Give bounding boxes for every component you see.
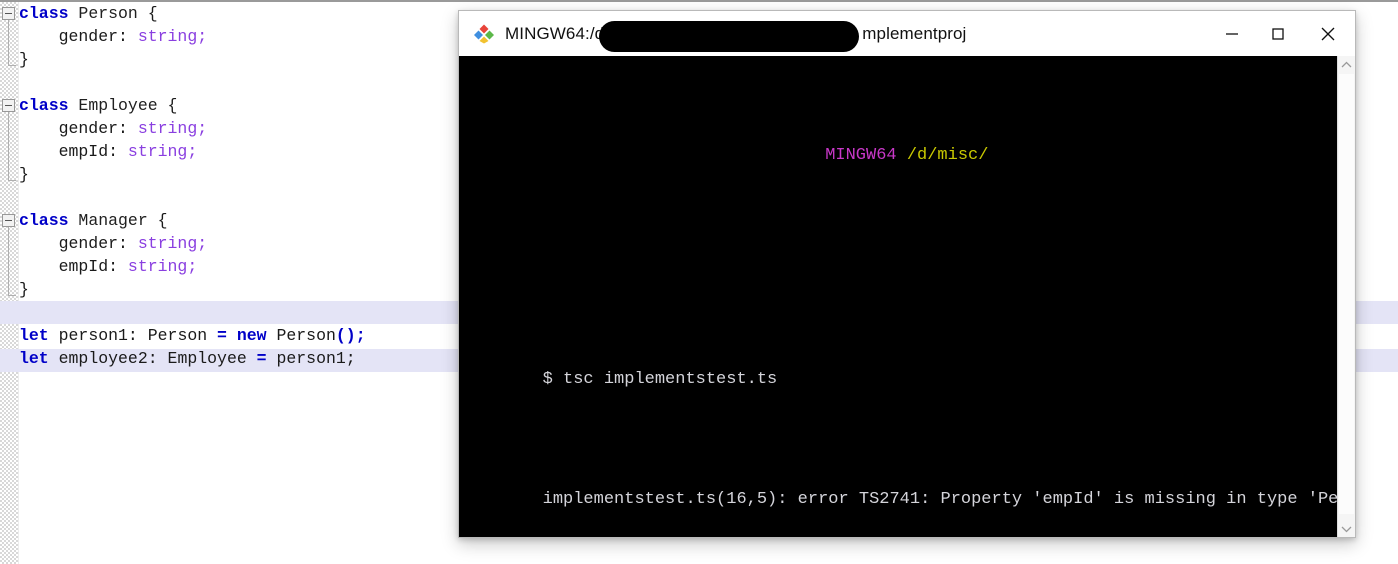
code-token: string	[137, 119, 198, 138]
terminal-scrollbar[interactable]	[1337, 56, 1355, 537]
close-icon[interactable]	[1301, 11, 1355, 56]
code-token: string	[137, 27, 198, 46]
code-token: let	[19, 326, 49, 345]
code-token: let	[19, 349, 49, 368]
fold-guide-foot-person	[8, 65, 16, 66]
code-token: ;	[197, 27, 208, 46]
scrollbar-thumb[interactable]	[1339, 74, 1354, 514]
fold-toggle-employee[interactable]	[2, 99, 15, 112]
fold-guide-foot-employee	[8, 180, 16, 181]
fold-guide-manager	[8, 227, 9, 295]
code-token: class	[19, 211, 69, 230]
terminal-title-bar[interactable]: MINGW64:/d mplementproj	[459, 11, 1355, 56]
code-token: }	[19, 280, 29, 299]
terminal-path-label: /d/misc/	[906, 146, 989, 165]
scroll-up-chevron-icon[interactable]	[1338, 56, 1355, 73]
code-token: employee2: Employee	[48, 349, 257, 368]
terminal-user-prompt-line-clipped: ᑊ ̄	[461, 276, 1341, 290]
scroll-down-chevron-icon[interactable]	[1338, 520, 1355, 537]
terminal-output-text-1: implementstest.ts(16,5): error TS2741: P…	[542, 490, 1355, 509]
code-token: Person	[266, 326, 336, 345]
minimize-icon[interactable]	[1209, 11, 1255, 56]
code-token: string	[127, 257, 188, 276]
title-redaction-bar	[599, 21, 859, 52]
code-token: ;	[187, 142, 198, 161]
mingw64-terminal-window[interactable]: MINGW64:/d mplementproj MINGW64 /d/misc/ …	[458, 10, 1356, 538]
code-token: }	[19, 165, 29, 184]
code-token: Employee	[78, 96, 158, 115]
terminal-header-line: MINGW64 /d/misc/	[461, 96, 1341, 216]
code-token: {	[157, 211, 168, 230]
terminal-command-line: $ tsc implementstest.ts	[461, 350, 1341, 410]
fold-guide-person	[8, 20, 9, 65]
code-token: gender:	[19, 234, 138, 253]
fold-toggle-manager[interactable]	[2, 214, 15, 227]
terminal-output-line-1: implementstest.ts(16,5): error TS2741: P…	[461, 470, 1355, 530]
code-token: string	[137, 234, 198, 253]
terminal-user-prompt-text: ᑊ ̄	[461, 276, 485, 287]
terminal-output-area[interactable]: MINGW64 /d/misc/ ᑊ ̄ $ tsc implementstes…	[459, 56, 1355, 537]
code-token: empId:	[19, 142, 128, 161]
code-token: {	[167, 96, 178, 115]
code-token: {	[147, 4, 158, 23]
fold-guide-foot-manager	[8, 295, 16, 296]
code-token: person1: Person	[48, 326, 218, 345]
fold-toggle-person[interactable]	[2, 7, 15, 20]
code-token: class	[19, 96, 69, 115]
code-token: }	[19, 50, 29, 69]
code-token: string	[127, 142, 188, 161]
code-token: gender:	[19, 27, 138, 46]
terminal-text-content: MINGW64 /d/misc/ ᑊ ̄ $ tsc implementstes…	[461, 56, 1355, 537]
code-token: ()	[335, 326, 356, 345]
git-bash-diamond-icon	[473, 23, 495, 45]
terminal-command-text: $ tsc implementstest.ts	[542, 370, 778, 389]
terminal-host-label: MINGW64	[825, 146, 897, 165]
code-token: class	[19, 4, 69, 23]
fold-guide-employee	[8, 112, 9, 180]
terminal-title-suffix: mplementproj	[862, 23, 967, 43]
maximize-icon[interactable]	[1255, 11, 1301, 56]
code-token: new	[236, 326, 267, 345]
code-token: ;	[355, 326, 366, 345]
code-token: =	[217, 326, 227, 345]
code-token: empId:	[19, 257, 128, 276]
window-controls[interactable]	[1209, 11, 1355, 56]
code-token: Person	[78, 4, 138, 23]
code-token: ;	[197, 234, 208, 253]
code-token: Manager	[78, 211, 148, 230]
code-token: ;	[187, 257, 198, 276]
code-token: person1;	[266, 349, 356, 368]
code-token: gender:	[19, 119, 138, 138]
code-token: ;	[197, 119, 208, 138]
code-token: =	[256, 349, 267, 368]
terminal-title-prefix: MINGW64:/d	[505, 23, 605, 43]
